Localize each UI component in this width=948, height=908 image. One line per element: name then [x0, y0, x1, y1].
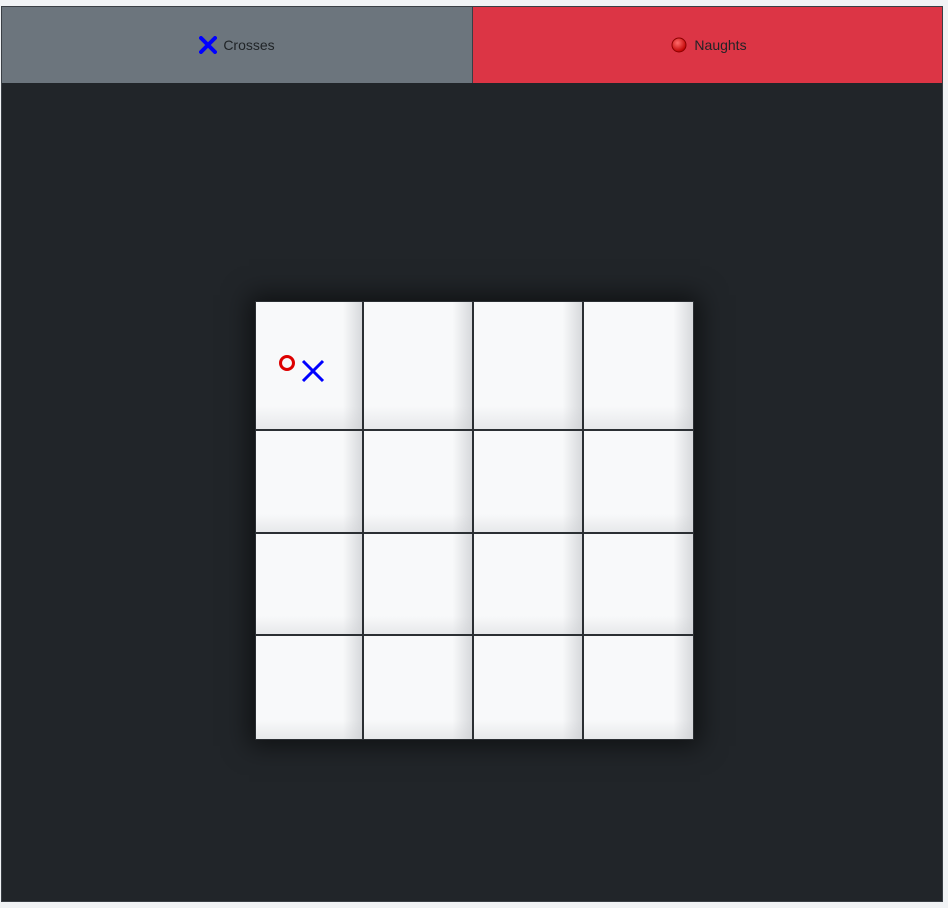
board-cell-r4-c3[interactable]: [473, 635, 583, 740]
board-cell-r3-c2[interactable]: [363, 533, 473, 635]
board-cell-r2-c1[interactable]: [255, 430, 363, 533]
board-cell-r4-c4[interactable]: [583, 635, 694, 740]
cross-mark-icon: [301, 359, 325, 383]
board-cell-r3-c1[interactable]: [255, 533, 363, 635]
board-cell-r2-c3[interactable]: [473, 430, 583, 533]
circle-icon: [670, 36, 688, 54]
board-cell-r3-c3[interactable]: [473, 533, 583, 635]
board-cell-r1-c1[interactable]: [255, 301, 363, 430]
game-window: Crosses Naughts: [1, 6, 943, 902]
board-cell-r4-c2[interactable]: [363, 635, 473, 740]
board-cell-r1-c4[interactable]: [583, 301, 694, 430]
naughts-tab[interactable]: Naughts: [473, 7, 942, 83]
board-cell-r2-c2[interactable]: [363, 430, 473, 533]
naught-mark-icon: [279, 355, 295, 371]
game-board: [255, 301, 694, 740]
cell-marks: [278, 354, 326, 384]
board-cell-r2-c4[interactable]: [583, 430, 694, 533]
board-cell-r3-c4[interactable]: [583, 533, 694, 635]
board-cell-r1-c2[interactable]: [363, 301, 473, 430]
naughts-label: Naughts: [694, 37, 747, 53]
cross-icon: [199, 36, 218, 54]
board-cell-r4-c1[interactable]: [255, 635, 363, 740]
player-tabs: Crosses Naughts: [2, 7, 942, 83]
crosses-tab[interactable]: Crosses: [2, 7, 473, 83]
crosses-label: Crosses: [223, 37, 275, 53]
board-cell-r1-c3[interactable]: [473, 301, 583, 430]
